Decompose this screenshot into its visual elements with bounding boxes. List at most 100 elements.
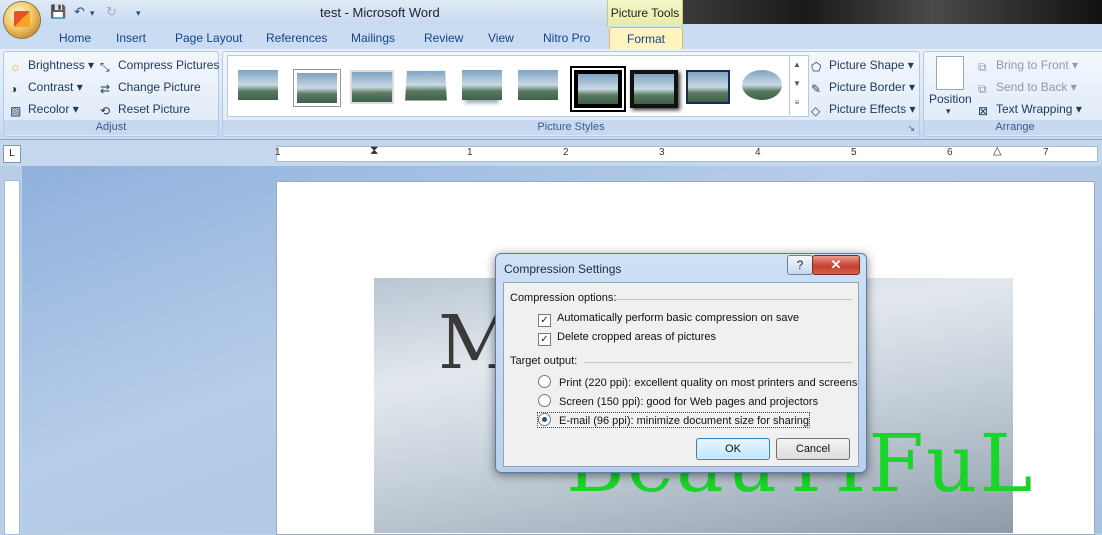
checkbox-checked[interactable]: ✓ [538, 314, 551, 327]
ribbon-tab-row: Home Insert Page Layout References Maili… [0, 26, 1102, 50]
ruler-number: 2 [563, 147, 569, 158]
recolor-icon: ▨ [10, 104, 22, 118]
tab-format[interactable]: Format [609, 27, 683, 50]
contrast-icon: ◑ [10, 82, 18, 96]
effects-icon: ◇ [811, 104, 821, 118]
ribbon: ☼ Brightness ▾ ◑ Contrast ▾ ▨ Recolor ▾ ⤡ Co… [0, 49, 1102, 140]
right-indent-marker-icon[interactable]: △ [993, 144, 1001, 157]
ruler-number: 1 [275, 147, 281, 158]
compress-pictures-button[interactable]: ⤡ Compress Pictures [100, 58, 219, 74]
style-thumb[interactable] [238, 70, 278, 100]
ruler-number: 7 [1043, 147, 1049, 158]
radio-button-selected[interactable] [538, 413, 551, 426]
brightness-button[interactable]: ☼ Brightness ▾ [10, 58, 94, 74]
position-icon [936, 56, 964, 90]
redo-icon[interactable]: ↻ [106, 4, 117, 20]
undo-icon[interactable]: ↶ [74, 4, 85, 20]
ruler-number: 5 [851, 147, 857, 158]
section-divider [584, 362, 852, 363]
cancel-button[interactable]: Cancel [776, 438, 850, 460]
style-thumb[interactable] [294, 70, 340, 106]
send-back-icon: ⧉ [978, 82, 987, 96]
customize-qat-icon[interactable]: ▾ [136, 8, 141, 19]
group-arrange: Position ▾ ⧉ Bring to Front ▾ ⧉ Send to Ba… [923, 51, 1102, 137]
tab-references[interactable]: References [266, 31, 327, 45]
office-button[interactable] [4, 2, 40, 38]
undo-dropdown-icon[interactable]: ▾ [90, 8, 95, 19]
picture-effects-button[interactable]: ◇ Picture Effects ▾ [811, 102, 916, 118]
picture-style-gallery [227, 55, 809, 117]
ruler-number: 6 [947, 147, 953, 158]
style-thumb[interactable] [350, 70, 394, 104]
pen-icon: ✎ [811, 82, 822, 96]
recolor-button[interactable]: ▨ Recolor ▾ [10, 102, 79, 118]
text-wrapping-button[interactable]: ⊠ Text Wrapping ▾ [978, 102, 1082, 118]
window-title: test - Microsoft Word [320, 5, 440, 20]
shape-icon: ⬠ [811, 60, 822, 74]
reset-picture-button[interactable]: ⟲ Reset Picture [100, 102, 190, 118]
style-thumb[interactable] [405, 70, 447, 101]
close-button[interactable]: ✕ [812, 255, 860, 275]
style-thumb[interactable] [686, 70, 730, 104]
auto-compress-option[interactable]: ✓ Automatically perform basic compression… [538, 312, 799, 327]
email-option[interactable]: E-mail (96 ppi): minimize document size … [536, 412, 811, 428]
group-adjust: ☼ Brightness ▾ ◑ Contrast ▾ ▨ Recolor ▾ ⤡ Co… [3, 51, 219, 137]
compress-icon: ⤡ [100, 60, 110, 74]
section-divider [614, 299, 852, 300]
text-wrap-icon: ⊠ [978, 104, 989, 118]
compression-options-label: Compression options: [510, 292, 617, 304]
dialog-launcher-icon[interactable]: ↘ [907, 123, 915, 134]
dialog-body: Compression options: ✓ Automatically perf… [503, 282, 859, 467]
ruler-number: 4 [755, 147, 761, 158]
style-thumb-selected[interactable] [572, 68, 624, 110]
horizontal-ruler[interactable]: 1 ⧗ 1 2 3 4 5 6 △ 7 [275, 143, 1098, 162]
tab-page-layout[interactable]: Page Layout [175, 31, 242, 45]
style-thumb[interactable] [462, 70, 502, 100]
position-dropdown-icon[interactable]: ▾ [946, 106, 951, 117]
change-picture-button[interactable]: ⇄ Change Picture [100, 80, 201, 96]
style-thumb[interactable] [518, 70, 558, 100]
target-output-label: Target output: [510, 355, 578, 367]
tab-mailings[interactable]: Mailings [351, 31, 395, 45]
group-label-picture-styles: Picture Styles [223, 120, 919, 135]
tab-selector-button[interactable]: L [3, 145, 21, 163]
help-button[interactable]: ? [787, 255, 813, 275]
tab-home[interactable]: Home [59, 31, 91, 45]
checkbox-checked[interactable]: ✓ [538, 333, 551, 346]
radio-button[interactable] [538, 394, 551, 407]
tab-nitro-pro[interactable]: Nitro Pro [543, 31, 590, 45]
group-label-arrange: Arrange [924, 120, 1102, 135]
sun-icon: ☼ [10, 60, 21, 74]
delete-cropped-option[interactable]: ✓ Delete cropped areas of pictures [538, 331, 716, 346]
tab-insert[interactable]: Insert [116, 31, 146, 45]
picture-tools-context-label: Picture Tools [607, 0, 683, 29]
dialog-title: Compression Settings [504, 262, 622, 276]
style-thumb[interactable] [630, 70, 678, 108]
ruler-number: 1 [467, 147, 473, 158]
print-option[interactable]: Print (220 ppi): excellent quality on mo… [538, 375, 857, 389]
tab-view[interactable]: View [488, 31, 514, 45]
send-to-back-button[interactable]: ⧉ Send to Back ▾ [978, 80, 1077, 96]
change-picture-icon: ⇄ [100, 82, 111, 96]
ok-button[interactable]: OK [696, 438, 770, 460]
indent-marker-icon[interactable]: ⧗ [370, 143, 378, 158]
background-window-strip [680, 0, 1102, 24]
tab-review[interactable]: Review [424, 31, 463, 45]
bring-front-icon: ⧉ [978, 60, 987, 74]
office-logo-icon [14, 11, 30, 27]
position-button[interactable]: Position [929, 92, 972, 106]
picture-shape-button[interactable]: ⬠ Picture Shape ▾ [811, 58, 914, 74]
save-icon[interactable]: 💾 [50, 4, 66, 20]
radio-button[interactable] [538, 375, 551, 388]
bring-to-front-button[interactable]: ⧉ Bring to Front ▾ [978, 58, 1078, 74]
gallery-scroll[interactable]: ▲ ▼ ≡ [789, 55, 804, 115]
vertical-ruler[interactable] [4, 180, 20, 535]
contrast-button[interactable]: ◑ Contrast ▾ [10, 80, 83, 96]
compression-settings-dialog: Compression Settings ? ✕ Compression opt… [495, 253, 867, 473]
ruler-number: 3 [659, 147, 665, 158]
screen-option[interactable]: Screen (150 ppi): good for Web pages and… [538, 394, 818, 408]
reset-picture-icon: ⟲ [100, 104, 111, 118]
style-thumb[interactable] [742, 70, 782, 100]
group-label-adjust: Adjust [4, 120, 218, 135]
picture-border-button[interactable]: ✎ Picture Border ▾ [811, 80, 915, 96]
